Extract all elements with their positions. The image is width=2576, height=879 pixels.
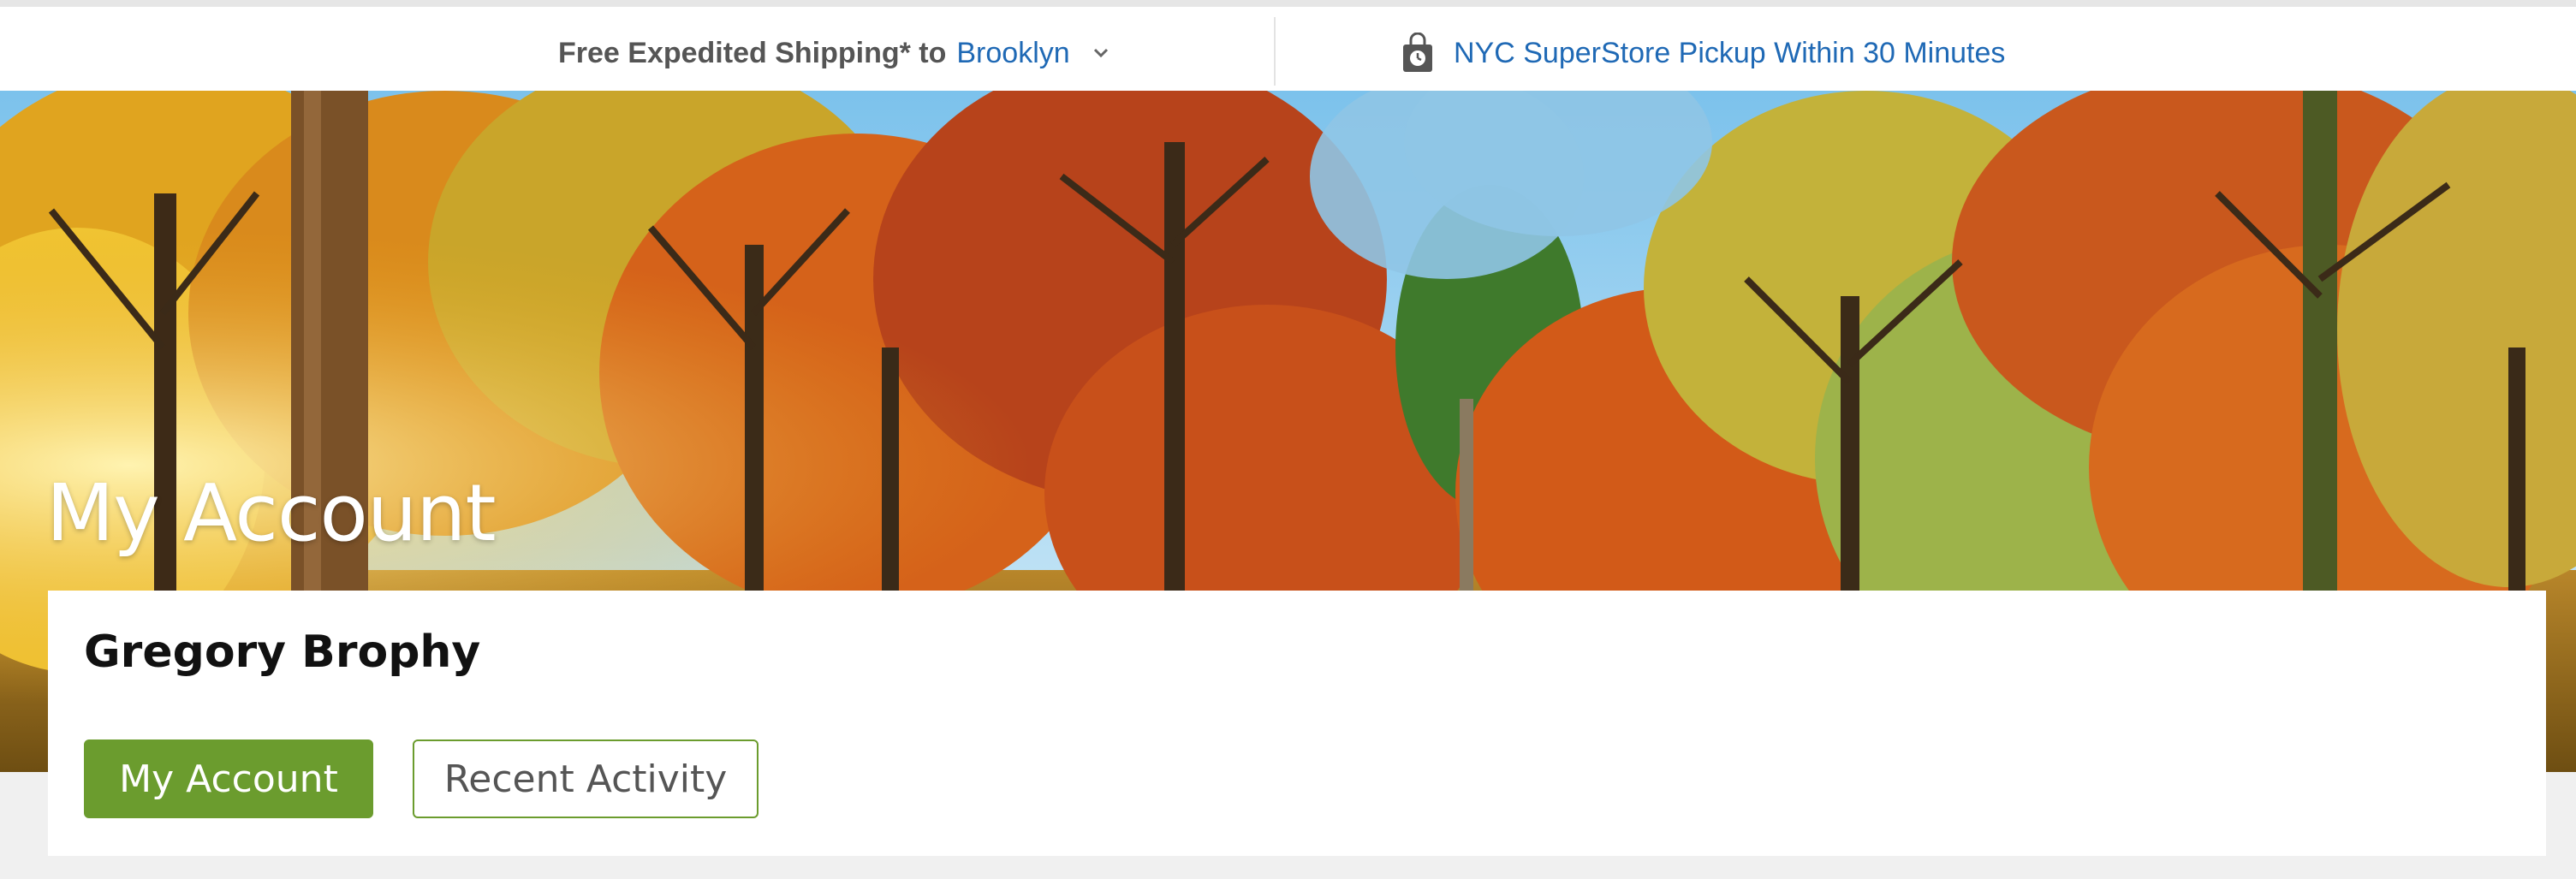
shipping-location-selector[interactable]: Free Expedited Shipping* to Brooklyn [558,27,1110,79]
tab-recent-activity[interactable]: Recent Activity [413,739,759,818]
shipping-label: Free Expedited Shipping* to [558,36,947,69]
chevron-down-icon[interactable] [1092,47,1110,59]
account-card: Gregory Brophy My Account Recent Activit… [48,591,2546,856]
page: Free Expedited Shipping* to Brooklyn NYC… [0,0,2576,879]
page-title: My Account [46,467,497,559]
user-name: Gregory Brophy [84,627,481,678]
shopping-bag-clock-icon [1401,33,1435,74]
shipping-bar: Free Expedited Shipping* to Brooklyn NYC… [0,0,2576,91]
pickup-label: NYC SuperStore Pickup Within 30 Minutes [1454,36,2006,69]
shipping-city[interactable]: Brooklyn [956,37,1069,70]
tab-my-account[interactable]: My Account [84,739,373,818]
divider [1274,17,1276,86]
superstore-pickup-link[interactable]: NYC SuperStore Pickup Within 30 Minutes [1401,27,2005,79]
